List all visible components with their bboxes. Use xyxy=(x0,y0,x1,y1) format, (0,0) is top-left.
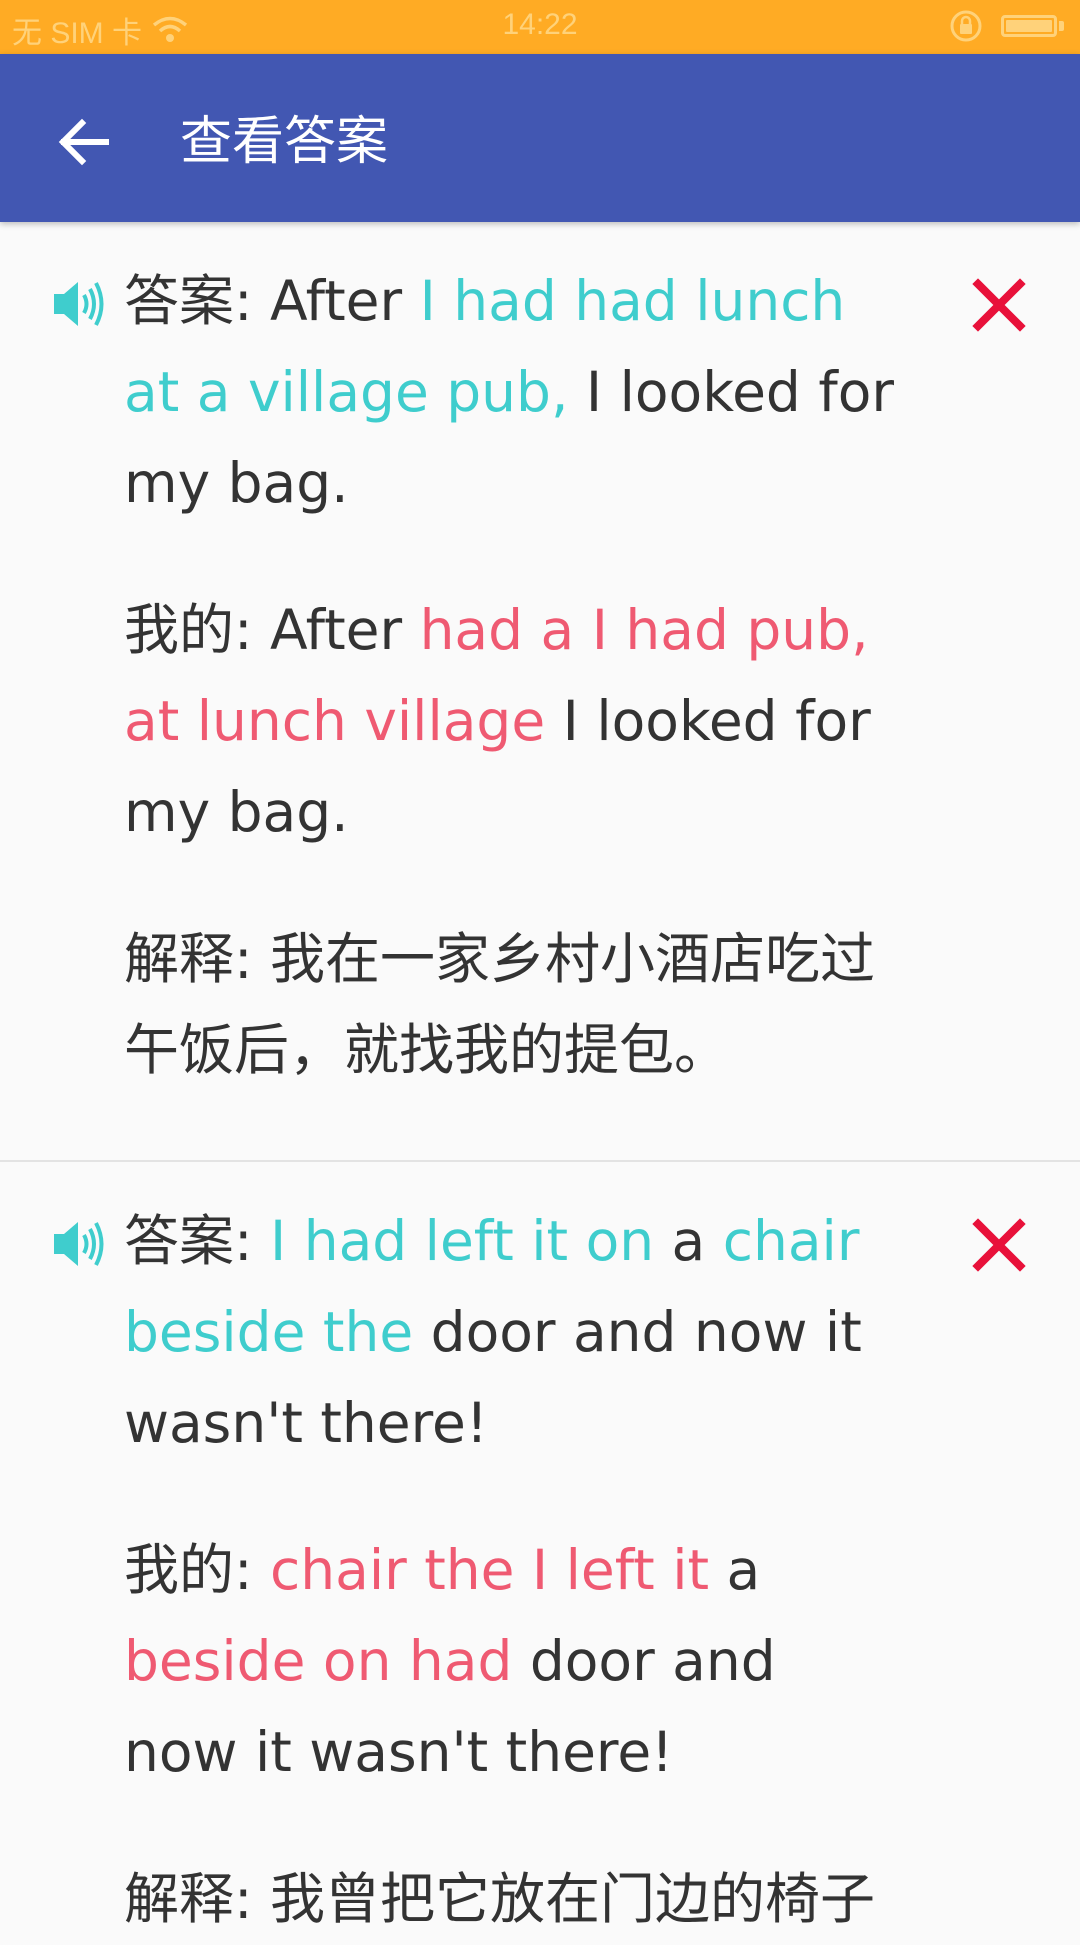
app-bar: 查看答案 xyxy=(0,54,1080,222)
mine-text: After xyxy=(270,598,420,662)
mine-label: 我的: xyxy=(124,598,271,662)
correct-answer: 答案: I had left it on a chair beside the … xyxy=(124,1196,904,1469)
correct-answer: 答案: After I had had lunch at a village p… xyxy=(124,256,904,529)
answer-highlight: I had left it on xyxy=(270,1209,655,1273)
mine-label: 我的: xyxy=(124,1538,271,1602)
speaker-icon[interactable] xyxy=(52,1218,108,1270)
answer-text: After xyxy=(270,269,420,333)
status-bar: 无 SIM 卡 14:22 xyxy=(0,0,1080,54)
mine-wrong-text: beside on had xyxy=(124,1629,513,1693)
cross-icon xyxy=(972,1218,1026,1272)
answer-text: a xyxy=(654,1209,723,1273)
my-answer: 我的: chair the I left it a beside on had … xyxy=(124,1525,904,1798)
explanation: 解释: 我曾把它放在门边的椅子 xyxy=(124,1854,904,1945)
back-button[interactable] xyxy=(40,98,128,186)
cross-icon xyxy=(972,278,1026,332)
explanation: 解释: 我在一家乡村小酒店吃过午饭后，就找我的提包。 xyxy=(124,914,904,1096)
arrow-left-icon xyxy=(58,118,109,166)
explain-label: 解释: xyxy=(124,1867,271,1931)
status-time: 14:22 xyxy=(502,8,578,41)
battery-icon xyxy=(1001,15,1057,37)
explain-text: 我曾把它放在门边的椅子 xyxy=(270,1867,876,1931)
answer-label: 答案: xyxy=(124,1209,271,1273)
rotation-lock-icon xyxy=(950,10,982,42)
mine-text: a xyxy=(709,1538,761,1602)
question-card: 答案: I had left it on a chair beside the … xyxy=(0,1162,1080,1942)
page-title: 查看答案 xyxy=(180,112,389,172)
explain-label: 解释: xyxy=(124,927,271,991)
question-card: 答案: After I had had lunch at a village p… xyxy=(0,222,1080,1162)
my-answer: 我的: After had a I had pub, at lunch vill… xyxy=(124,585,904,858)
answer-label: 答案: xyxy=(124,269,271,333)
mine-wrong-text: chair the I left it xyxy=(270,1538,710,1602)
speaker-icon[interactable] xyxy=(52,278,108,330)
